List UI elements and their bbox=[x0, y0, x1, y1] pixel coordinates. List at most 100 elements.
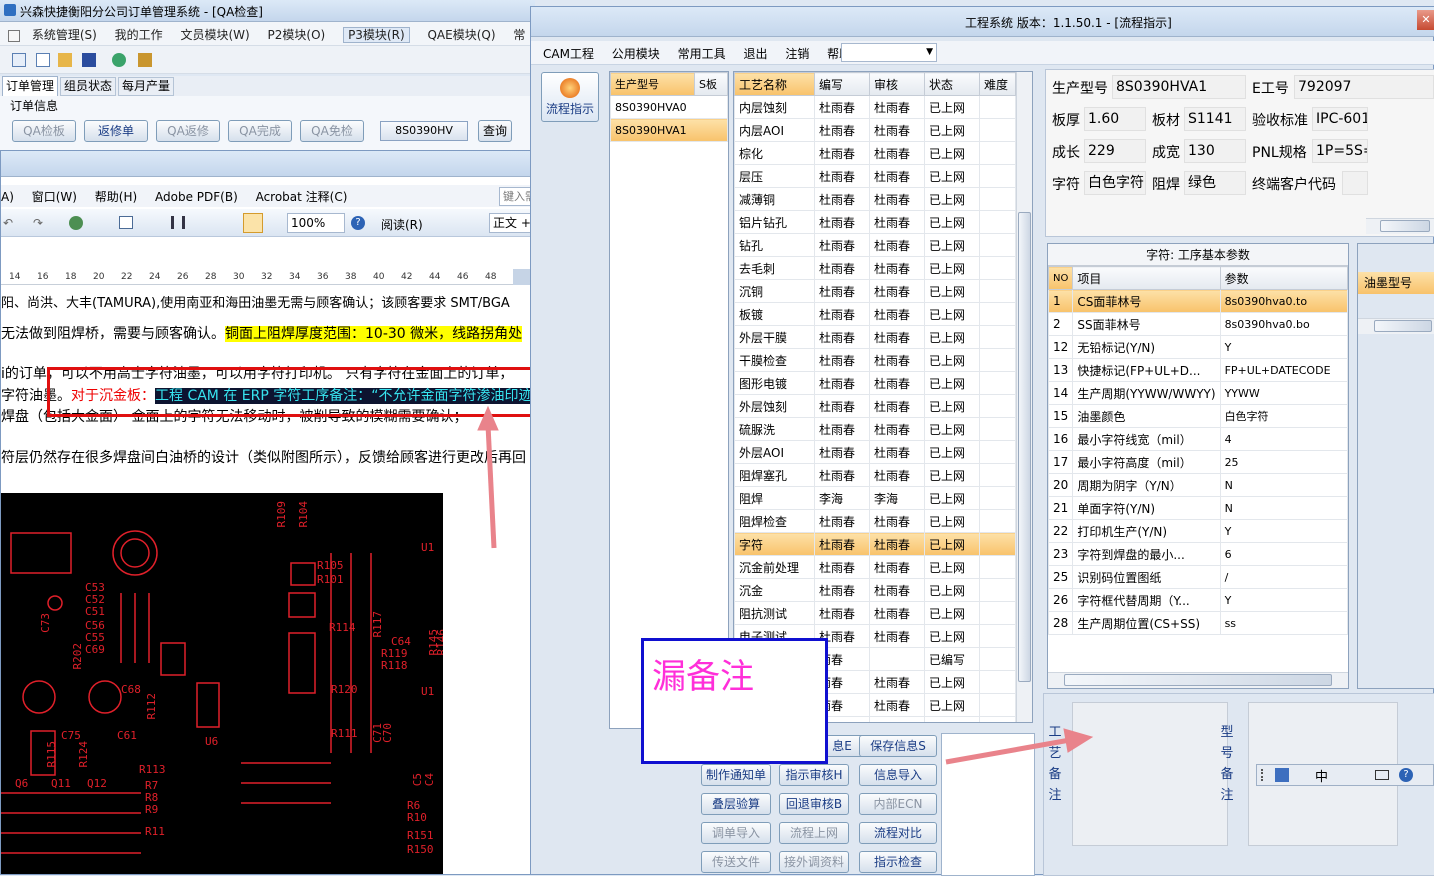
select-icon[interactable] bbox=[243, 213, 263, 233]
param-item-cell[interactable]: 生产周期(YYWW/WWYY) bbox=[1072, 381, 1221, 405]
difficulty-cell[interactable] bbox=[979, 371, 1016, 395]
reviewer-cell[interactable]: 杜雨春 bbox=[869, 509, 925, 533]
reviewer-cell[interactable]: 杜雨春 bbox=[869, 371, 925, 395]
difficulty-col-header[interactable]: 难度 bbox=[979, 72, 1016, 96]
columns-icon[interactable] bbox=[171, 216, 185, 229]
param-row[interactable]: 26 字符框代替周期（Y... Y bbox=[1048, 588, 1348, 612]
process-row[interactable]: 阻焊 李海 李海 已上网 bbox=[734, 486, 1016, 510]
ime-keyboard-icon[interactable] bbox=[1375, 770, 1389, 780]
param-row[interactable]: 12 无铅标记(Y/N) Y bbox=[1048, 335, 1348, 359]
param-row[interactable]: 1 CS面菲林号 8s0390hva0.to bbox=[1048, 289, 1348, 313]
param-no-cell[interactable]: 20 bbox=[1048, 473, 1074, 497]
reviewer-cell[interactable]: 杜雨春 bbox=[869, 463, 925, 487]
process-name-cell[interactable]: 沉金 bbox=[734, 578, 815, 602]
param-row[interactable]: 13 快捷标记(FP+UL+D... FP+UL+DATECODE bbox=[1048, 358, 1348, 382]
param-item-cell[interactable]: 最小字符高度（mil） bbox=[1072, 450, 1221, 474]
reviewer-cell[interactable]: 杜雨春 bbox=[869, 141, 925, 165]
process-row[interactable]: 棕化 杜雨春 杜雨春 已上网 bbox=[734, 141, 1016, 165]
param-no-cell[interactable]: 14 bbox=[1048, 381, 1074, 405]
status-cell[interactable]: 已上网 bbox=[924, 693, 980, 717]
cam-menu-cam[interactable]: CAM工程 bbox=[543, 47, 594, 61]
param-row[interactable]: 21 单面字符(Y/N) N bbox=[1048, 496, 1348, 520]
difficulty-cell[interactable] bbox=[979, 233, 1016, 257]
process-scroll-thumb[interactable] bbox=[1018, 212, 1031, 682]
reviewer-cell[interactable]: 杜雨春 bbox=[869, 118, 925, 142]
difficulty-cell[interactable] bbox=[979, 95, 1016, 119]
tab-member-status[interactable]: 组员状态 bbox=[60, 77, 116, 96]
process-name-cell[interactable]: 层压 bbox=[734, 164, 815, 188]
reviewer-cell[interactable]: 杜雨春 bbox=[869, 578, 925, 602]
redo-icon[interactable]: ↷ bbox=[33, 216, 43, 230]
flow-indicator-button[interactable]: 流程指示 bbox=[541, 72, 599, 122]
status-cell[interactable]: 已上网 bbox=[924, 279, 980, 303]
qa-check-button[interactable]: QA检板 bbox=[12, 120, 76, 142]
writer-cell[interactable]: 杜雨春 bbox=[814, 440, 870, 464]
status-cell[interactable]: 已上网 bbox=[924, 509, 980, 533]
param-no-cell[interactable]: 26 bbox=[1048, 588, 1074, 612]
writer-cell[interactable]: 杜雨春 bbox=[814, 532, 870, 556]
repair-order-button[interactable]: 返修单 bbox=[84, 120, 148, 142]
process-row[interactable]: 图形电镀 杜雨春 杜雨春 已上网 bbox=[734, 371, 1016, 395]
cam-menu-public[interactable]: 公用模块 bbox=[612, 47, 660, 61]
difficulty-cell[interactable] bbox=[979, 578, 1016, 602]
status-cell[interactable]: 已上网 bbox=[924, 486, 980, 510]
writer-cell[interactable]: 杜雨春 bbox=[814, 95, 870, 119]
open-icon[interactable] bbox=[58, 53, 72, 67]
param-value-cell[interactable]: FP+UL+DATECODE bbox=[1219, 358, 1348, 382]
info-h-thumb[interactable] bbox=[1380, 220, 1430, 232]
param-no-cell[interactable]: 17 bbox=[1048, 450, 1074, 474]
qa-complete-button[interactable]: QA完成 bbox=[228, 120, 292, 142]
writer-cell[interactable]: 杜雨春 bbox=[814, 348, 870, 372]
tools-icon[interactable] bbox=[138, 53, 152, 67]
param-row[interactable]: 25 识别码位置图纸 / bbox=[1048, 565, 1348, 589]
param-no-cell[interactable]: 28 bbox=[1048, 611, 1074, 635]
status-cell[interactable]: 已上网 bbox=[924, 624, 980, 648]
process-row[interactable]: 层压 杜雨春 杜雨春 已上网 bbox=[734, 164, 1016, 188]
process-name-cell[interactable]: 铝片钻孔 bbox=[734, 210, 815, 234]
process-row[interactable]: 字符 杜雨春 杜雨春 已上网 bbox=[734, 532, 1016, 556]
status-cell[interactable]: 已上网 bbox=[924, 302, 980, 326]
reviewer-cell[interactable]: 杜雨春 bbox=[869, 693, 925, 717]
process-name-cell[interactable]: 棕化 bbox=[734, 141, 815, 165]
process-name-cell[interactable]: 减薄铜 bbox=[734, 187, 815, 211]
writer-cell[interactable]: 杜雨春 bbox=[814, 256, 870, 280]
param-no-cell[interactable]: 1 bbox=[1048, 289, 1074, 313]
process-row[interactable]: 阻抗测试 杜雨春 杜雨春 已上网 bbox=[734, 601, 1016, 625]
param-no-cell[interactable]: 15 bbox=[1048, 404, 1074, 428]
param-no-cell[interactable]: 2 bbox=[1048, 312, 1074, 336]
difficulty-cell[interactable] bbox=[979, 348, 1016, 372]
reviewer-cell[interactable]: 杜雨春 bbox=[869, 187, 925, 211]
model-row-selected[interactable]: 8S0390HVA1 bbox=[610, 118, 728, 142]
difficulty-cell[interactable] bbox=[979, 624, 1016, 648]
status-cell[interactable]: 已上网 bbox=[924, 716, 980, 722]
difficulty-cell[interactable] bbox=[979, 325, 1016, 349]
param-no-cell[interactable]: 22 bbox=[1048, 519, 1074, 543]
no-col-header[interactable]: NO bbox=[1048, 266, 1074, 290]
status-cell[interactable]: 已上网 bbox=[924, 440, 980, 464]
process-name-cell[interactable]: 外层蚀刻 bbox=[734, 394, 815, 418]
process-name-cell[interactable]: 沉金前处理 bbox=[734, 555, 815, 579]
status-cell[interactable]: 已上网 bbox=[924, 210, 980, 234]
process-row[interactable]: 外层干膜 杜雨春 杜雨春 已上网 bbox=[734, 325, 1016, 349]
param-no-cell[interactable]: 13 bbox=[1048, 358, 1074, 382]
qa-exempt-button[interactable]: QA免检 bbox=[300, 120, 364, 142]
word-menu-adobe-pdf[interactable]: Adobe PDF(B) bbox=[155, 190, 238, 204]
reviewer-cell[interactable]: 杜雨春 bbox=[869, 601, 925, 625]
process-row[interactable]: 干膜检查 杜雨春 杜雨春 已上网 bbox=[734, 348, 1016, 372]
difficulty-cell[interactable] bbox=[979, 716, 1016, 722]
reviewer-cell[interactable]: 李海 bbox=[869, 486, 925, 510]
cam-action-button[interactable]: 叠层验算 bbox=[701, 793, 771, 815]
difficulty-cell[interactable] bbox=[979, 647, 1016, 671]
writer-cell[interactable]: 杜雨春 bbox=[814, 578, 870, 602]
process-row[interactable]: 内层蚀刻 杜雨春 杜雨春 已上网 bbox=[734, 95, 1016, 119]
length-value[interactable]: 229 bbox=[1084, 139, 1146, 163]
reviewer-cell[interactable]: 杜雨春 bbox=[869, 95, 925, 119]
param-item-cell[interactable]: 单面字符(Y/N) bbox=[1072, 496, 1221, 520]
hyperlink-icon[interactable] bbox=[69, 216, 83, 230]
cam-action-button[interactable]: 接外调资料 bbox=[779, 851, 849, 873]
process-name-cell[interactable]: 阻焊 bbox=[734, 486, 815, 510]
process-row[interactable]: 内层AOI 杜雨春 杜雨春 已上网 bbox=[734, 118, 1016, 142]
menu-clerk[interactable]: 文员模块(W) bbox=[180, 28, 249, 42]
process-row[interactable]: 外层AOI 杜雨春 杜雨春 已上网 bbox=[734, 440, 1016, 464]
param-item-cell[interactable]: 生产周期位置(CS+SS) bbox=[1072, 611, 1221, 635]
